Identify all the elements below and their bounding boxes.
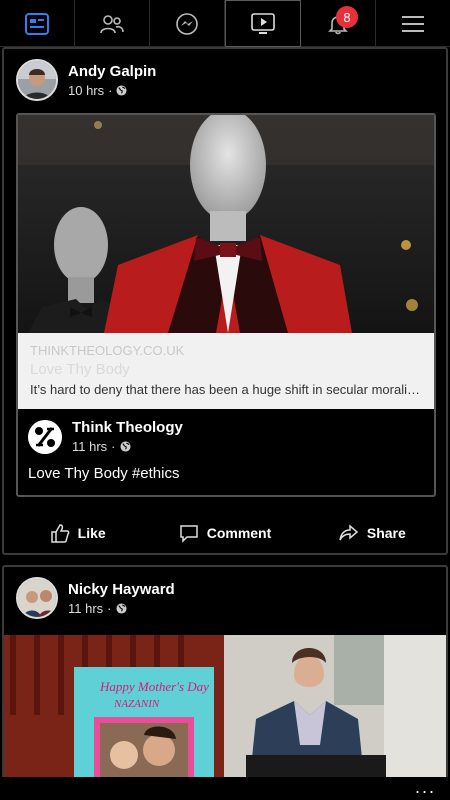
share-label: Share [366,525,406,541]
shared-post-text: Love Thy Body #ethics [28,465,180,482]
app-bar: ... [0,777,450,800]
comment-button[interactable]: Comment [151,513,298,553]
globe-icon [116,84,128,96]
post-time[interactable]: 10 hrs [68,83,104,98]
like-label: Like [77,525,106,541]
news-feed: Andy Galpin 10 hrs · THINKTHEOLOGY.CO.UK… [0,47,450,777]
share-icon [339,524,359,541]
post-header: Andy Galpin 10 hrs · [16,57,156,103]
link-domain: THINKTHEOLOGY.CO.UK [30,343,185,358]
shared-post-time[interactable]: 11 hrs [72,439,107,454]
post-actions: Like Comment Share [4,513,446,553]
tab-messenger[interactable] [150,0,225,47]
comment-label: Comment [206,525,272,541]
notification-badge: 8 [336,6,358,28]
link-preview-image [18,115,434,333]
comment-icon [179,525,198,543]
page-logo[interactable] [28,419,62,454]
hamburger-menu-icon [402,15,424,32]
news-feed-icon [25,12,49,35]
post-author[interactable]: Andy Galpin [68,63,156,80]
share-button[interactable]: Share [299,513,446,553]
tab-watch[interactable] [225,0,301,47]
tab-news-feed[interactable] [0,0,75,47]
link-title: Love Thy Body [30,361,130,378]
svg-text:Happy Mother's Day: Happy Mother's Day [99,679,209,694]
svg-text:NAZANIN: NAZANIN [113,698,160,710]
avatar[interactable] [16,577,58,619]
tab-friends[interactable] [75,0,150,47]
friends-icon [100,14,124,33]
like-button[interactable]: Like [4,513,151,553]
shared-post-card[interactable]: THINKTHEOLOGY.CO.UK Love Thy Body It’s h… [16,113,436,497]
shared-post-header: Think Theology 11 hrs · [28,419,183,454]
globe-icon [119,441,131,452]
top-nav: 8 [0,0,450,47]
shared-page-name[interactable]: Think Theology [72,419,183,436]
thumbs-up-icon [50,524,70,543]
messenger-icon [176,12,198,35]
feed-post: Nicky Hayward 11 hrs · Happy Mother's Da… [2,565,448,777]
post-time[interactable]: 11 hrs [68,601,103,616]
tab-menu[interactable] [376,0,450,47]
more-button[interactable]: ... [415,777,436,800]
post-header: Nicky Hayward 11 hrs · [16,575,175,621]
post-author[interactable]: Nicky Hayward [68,581,175,598]
tab-notifications[interactable]: 8 [301,0,376,47]
link-description: It’s hard to deny that there has been a … [30,382,422,397]
avatar[interactable] [16,59,58,101]
video-icon [251,12,275,34]
post-photo[interactable]: Happy Mother's Day NAZANIN [4,635,446,777]
globe-icon [115,602,127,614]
feed-post: Andy Galpin 10 hrs · THINKTHEOLOGY.CO.UK… [2,47,448,555]
link-preview[interactable]: THINKTHEOLOGY.CO.UK Love Thy Body It’s h… [18,333,434,409]
